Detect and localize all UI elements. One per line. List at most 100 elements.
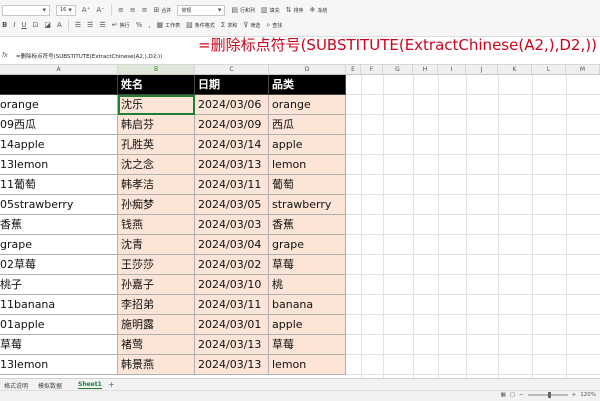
cell-category[interactable]: lemon <box>269 155 346 175</box>
tab-format-notes[interactable]: 格式说明 <box>4 381 28 390</box>
freeze-button[interactable]: ❄ 冻结 <box>310 6 328 14</box>
align-right-icon[interactable]: ☰ <box>99 21 105 29</box>
cell-category[interactable]: strawberry <box>269 195 346 215</box>
col-header-m[interactable]: M <box>566 65 600 75</box>
formula-input[interactable]: =删除标点符号(SUBSTITUTE(ExtractChinese(A2,),D… <box>16 52 162 60</box>
cell-name[interactable]: 钱燕 <box>118 215 195 235</box>
font-size-select[interactable]: 16 ▾ <box>56 4 76 16</box>
italic-icon[interactable]: I <box>13 21 15 29</box>
cell-category[interactable]: orange <box>269 95 346 115</box>
row-col-button[interactable]: ▤ 行和列 <box>231 6 255 14</box>
cell-a[interactable]: orange <box>0 95 118 115</box>
fill-button[interactable]: ▥ 填充 <box>261 6 280 14</box>
cell-a[interactable]: grape <box>0 235 118 255</box>
sheet-grid[interactable]: 姓名 日期 品类 orange 沈乐 2024/03/06 orange 09西… <box>0 75 600 378</box>
font-color-icon[interactable]: A <box>57 21 62 29</box>
cell-date[interactable]: 2024/03/04 <box>195 235 269 255</box>
increase-font-icon[interactable]: A⁺ <box>82 6 90 14</box>
tab-sheet1[interactable]: Sheet1 <box>78 381 102 389</box>
cell-name[interactable]: 韩孝洁 <box>118 175 195 195</box>
number-format-select[interactable]: 常规 ▾ <box>177 4 226 16</box>
cell-category[interactable]: 草莓 <box>269 255 346 275</box>
cell-a[interactable]: 13lemon <box>0 155 118 175</box>
cell-date[interactable]: 2024/03/01 <box>195 315 269 335</box>
cell-category[interactable]: banana <box>269 295 346 315</box>
border-icon[interactable]: ⊡ <box>33 21 39 29</box>
cell-date[interactable]: 2024/03/11 <box>195 295 269 315</box>
cell-name[interactable]: 沈乐 <box>118 95 195 115</box>
col-header-a[interactable]: A <box>0 65 118 75</box>
cell-name[interactable]: 孔胜英 <box>118 135 195 155</box>
col-header-d[interactable]: D <box>269 65 346 75</box>
cell-date[interactable]: 2024/03/11 <box>195 175 269 195</box>
zoom-in-icon[interactable]: + <box>572 392 577 398</box>
cell-category[interactable]: 香蕉 <box>269 215 346 235</box>
col-header-l[interactable]: L <box>532 65 566 75</box>
filter-button[interactable]: ⊽ 筛选 <box>243 21 260 29</box>
col-header-h[interactable]: H <box>413 65 438 75</box>
header-cell-name[interactable]: 姓名 <box>118 75 195 95</box>
col-header-g[interactable]: G <box>383 65 413 75</box>
zoom-level[interactable]: 120% <box>580 392 596 398</box>
percent-icon[interactable]: % <box>136 21 143 29</box>
cell-a[interactable]: 05strawberry <box>0 195 118 215</box>
cell-category[interactable]: 西瓜 <box>269 115 346 135</box>
cell-a[interactable]: 09西瓜 <box>0 115 118 135</box>
cell-name[interactable]: 施明露 <box>118 315 195 335</box>
conditional-format-button[interactable]: ▧ 条件格式 <box>186 21 215 29</box>
header-cell-date[interactable]: 日期 <box>195 75 269 95</box>
col-header-c[interactable]: C <box>195 65 269 75</box>
zoom-slider[interactable] <box>527 392 568 398</box>
cell-date[interactable]: 2024/03/03 <box>195 215 269 235</box>
cell-name[interactable]: 孙痴梦 <box>118 195 195 215</box>
view-normal-icon[interactable]: ▦ <box>501 392 506 398</box>
add-sheet-icon[interactable]: + <box>108 380 115 389</box>
cell-date[interactable]: 2024/03/13 <box>195 335 269 355</box>
col-header-e[interactable]: E <box>346 65 361 75</box>
align-middle-icon[interactable]: ≡ <box>130 6 136 14</box>
cell-date[interactable]: 2024/03/05 <box>195 195 269 215</box>
cell-category[interactable]: apple <box>269 315 346 335</box>
fill-color-icon[interactable]: ◪ <box>44 21 51 29</box>
zoom-slider-handle[interactable] <box>547 392 551 398</box>
cell-a[interactable]: 11banana <box>0 295 118 315</box>
col-header-k[interactable]: K <box>498 65 532 75</box>
align-top-icon[interactable]: ≡ <box>118 6 124 14</box>
cell-a[interactable]: 香蕉 <box>0 215 118 235</box>
cell-a[interactable]: 桃子 <box>0 275 118 295</box>
cell-date[interactable]: 2024/03/09 <box>195 115 269 135</box>
find-button[interactable]: ⌕ 查找 <box>266 21 282 29</box>
sum-button[interactable]: Σ 求和 <box>221 21 237 29</box>
cell-name[interactable]: 沈青 <box>118 235 195 255</box>
cell-category[interactable]: grape <box>269 235 346 255</box>
align-left-icon[interactable]: ☰ <box>75 21 81 29</box>
zoom-out-icon[interactable]: − <box>519 392 524 398</box>
cell-date[interactable]: 2024/03/02 <box>195 255 269 275</box>
col-header-f[interactable]: F <box>361 65 383 75</box>
align-bottom-icon[interactable]: ≡ <box>142 6 148 14</box>
header-cell-a[interactable] <box>0 75 118 95</box>
col-header-b[interactable]: B <box>118 65 195 75</box>
cell-a[interactable]: 14apple <box>0 135 118 155</box>
col-header-i[interactable]: I <box>438 65 466 75</box>
cell-a[interactable]: 草莓 <box>0 335 118 355</box>
cell-category[interactable]: 葡萄 <box>269 175 346 195</box>
view-page-icon[interactable]: ▢ <box>510 392 515 398</box>
cell-name[interactable]: 韩启芬 <box>118 115 195 135</box>
cell-name[interactable]: 褚莺 <box>118 335 195 355</box>
tab-mock-data[interactable]: 模拟数据 <box>38 381 62 390</box>
cell-date[interactable]: 2024/03/13 <box>195 355 269 375</box>
merge-button[interactable]: ⊞ 合并 <box>153 6 171 14</box>
cell-name[interactable]: 李招弟 <box>118 295 195 315</box>
font-name-select[interactable]: ▾ <box>2 4 50 16</box>
fx-icon[interactable]: fx <box>2 52 8 59</box>
cell-name[interactable]: 沈之念 <box>118 155 195 175</box>
cell-category[interactable]: apple <box>269 135 346 155</box>
cell-a[interactable]: 13lemon <box>0 355 118 375</box>
cell-a[interactable]: 01apple <box>0 315 118 335</box>
cell-category[interactable]: 桃 <box>269 275 346 295</box>
cell-date[interactable]: 2024/03/10 <box>195 275 269 295</box>
decrease-font-icon[interactable]: A⁻ <box>96 6 104 14</box>
cell-category[interactable]: lemon <box>269 355 346 375</box>
cell-a[interactable]: 02草莓 <box>0 255 118 275</box>
